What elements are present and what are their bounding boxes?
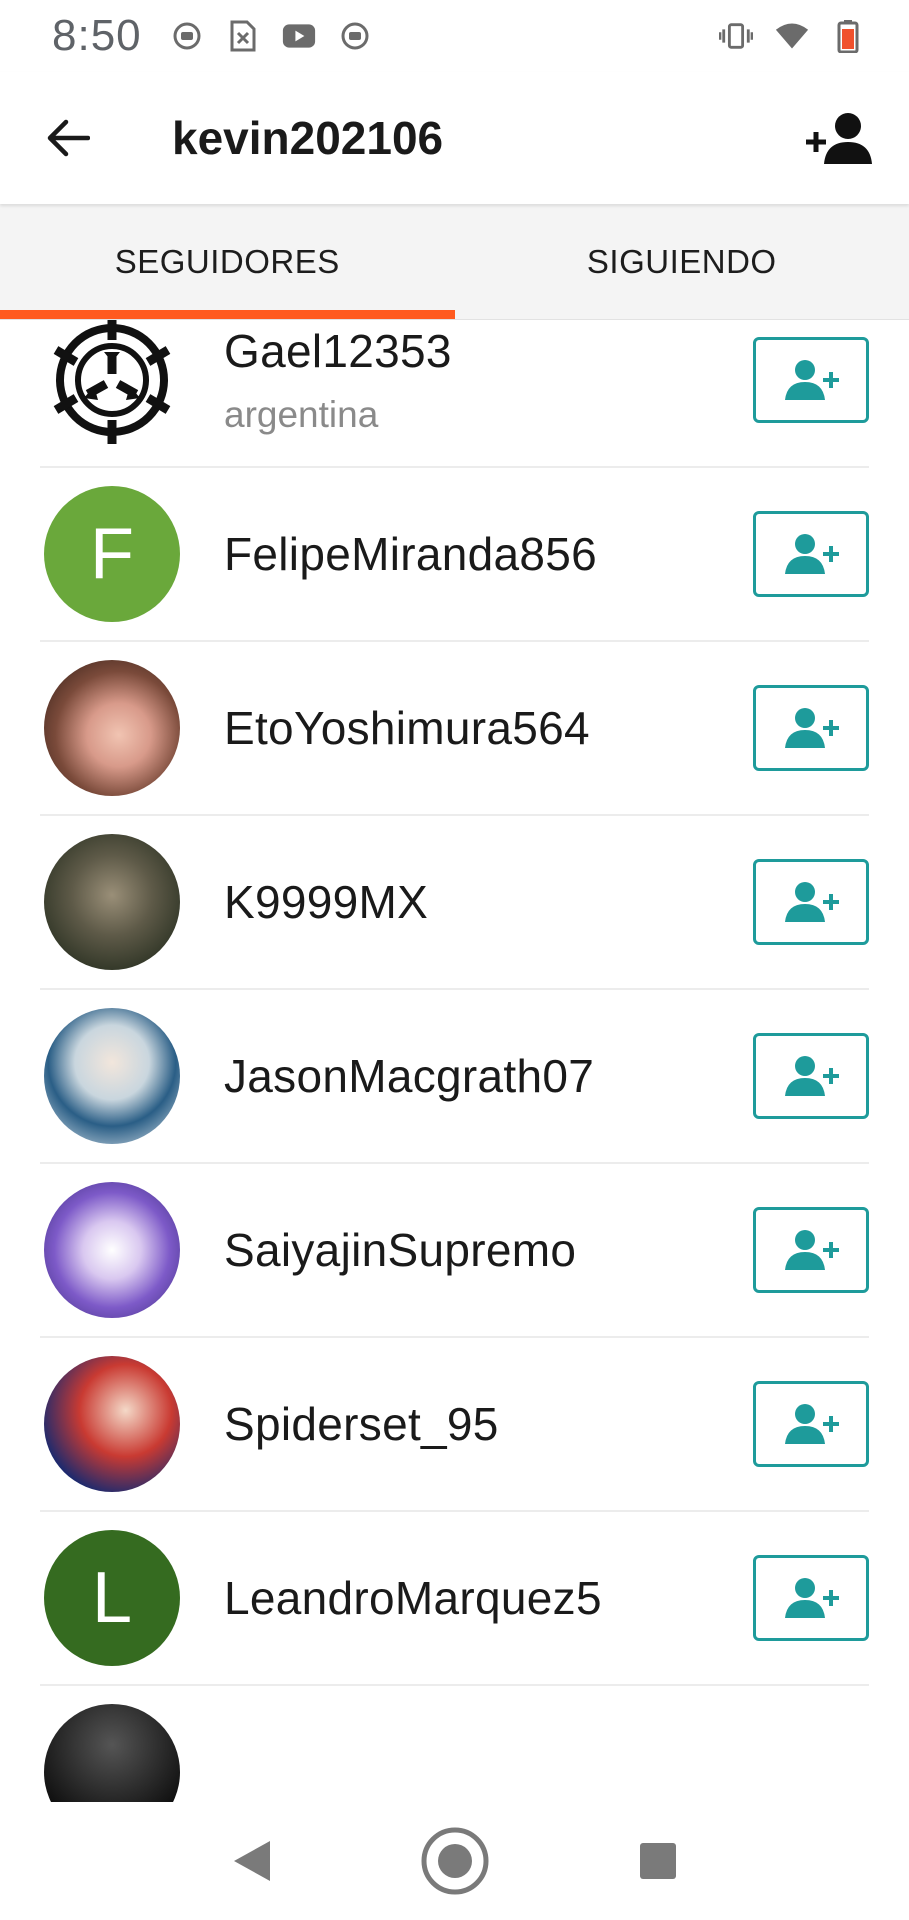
app-screen: 8:50 kevin202106 SEGUIDORES SIGUIENDO Ga… — [0, 0, 909, 1920]
tab-bar: SEGUIDORES SIGUIENDO — [0, 204, 909, 320]
avatar — [44, 834, 180, 970]
back-nav-icon — [233, 1841, 270, 1881]
home-nav-button[interactable] — [415, 1821, 495, 1901]
user-text: EtoYoshimura564 — [224, 701, 590, 755]
user-name: FelipeMiranda856 — [224, 528, 598, 580]
list-item[interactable] — [40, 1686, 869, 1802]
list-item[interactable]: SaiyajinSupremo — [40, 1164, 869, 1338]
list-item[interactable]: L LeandroMarquez5 — [40, 1512, 869, 1686]
follow-button[interactable] — [753, 337, 869, 423]
add-person-icon — [785, 1404, 839, 1444]
user-name: Spiderset_95 — [224, 1398, 499, 1450]
follow-button[interactable] — [753, 1207, 869, 1293]
user-name: EtoYoshimura564 — [224, 702, 590, 754]
user-text: SaiyajinSupremo — [224, 1223, 576, 1277]
avatar — [44, 1008, 180, 1144]
arrow-back-icon — [47, 119, 90, 157]
user-name: K9999MX — [224, 876, 429, 928]
sim-icon — [226, 19, 260, 53]
list-item[interactable]: F FelipeMiranda856 — [40, 468, 869, 642]
user-location: argentina — [224, 394, 379, 435]
tab-seguidores-label: SEGUIDORES — [114, 242, 340, 280]
add-person-button[interactable] — [797, 96, 881, 180]
avatar: F — [44, 486, 180, 622]
user-text: FelipeMiranda856 — [224, 527, 597, 581]
follow-button[interactable] — [753, 859, 869, 945]
tab-siguiendo[interactable]: SIGUIENDO — [455, 204, 909, 319]
youtube-icon — [282, 19, 316, 53]
followers-list[interactable]: Gael12353 argentina F FelipeMiranda856 E… — [0, 320, 909, 1802]
user-text: Spiderset_95 — [224, 1397, 499, 1451]
user-name: JasonMacgrath07 — [224, 1050, 595, 1102]
list-item[interactable]: Gael12353 argentina — [40, 320, 869, 468]
battery-icon — [831, 19, 865, 53]
avatar — [44, 1356, 180, 1492]
notification-icon — [338, 19, 372, 53]
user-text: K9999MX — [224, 875, 428, 929]
add-person-icon — [785, 1230, 839, 1270]
user-text: Gael12353 argentina — [224, 324, 452, 436]
recents-nav-button[interactable] — [618, 1821, 698, 1901]
user-name: SaiyajinSupremo — [224, 1224, 577, 1276]
list-item[interactable]: EtoYoshimura564 — [40, 642, 869, 816]
add-person-icon — [785, 534, 839, 574]
list-item[interactable]: K9999MX — [40, 816, 869, 990]
back-button[interactable] — [32, 102, 104, 174]
home-nav-icon — [421, 1827, 488, 1895]
back-nav-button[interactable] — [212, 1821, 292, 1901]
user-text: LeandroMarquez5 — [224, 1571, 602, 1625]
follow-button[interactable] — [753, 1033, 869, 1119]
avatar — [44, 1704, 180, 1802]
followers-list-content: Gael12353 argentina F FelipeMiranda856 E… — [0, 320, 909, 1802]
recents-nav-icon — [639, 1843, 676, 1879]
avatar — [44, 1182, 180, 1318]
user-text: JasonMacgrath07 — [224, 1049, 594, 1103]
notification-icon — [170, 19, 204, 53]
user-name: Gael12353 — [224, 325, 452, 377]
avatar: L — [44, 1530, 180, 1666]
avatar — [44, 660, 180, 796]
add-person-icon — [785, 708, 839, 748]
add-person-icon — [785, 882, 839, 922]
avatar — [44, 320, 180, 448]
list-item[interactable]: Spiderset_95 — [40, 1338, 869, 1512]
list-item[interactable]: JasonMacgrath07 — [40, 990, 869, 1164]
follow-button[interactable] — [753, 1381, 869, 1467]
follow-button[interactable] — [753, 511, 869, 597]
tab-siguiendo-label: SIGUIENDO — [586, 242, 777, 280]
vibrate-icon — [719, 19, 753, 53]
status-time: 8:50 — [52, 11, 142, 60]
status-left-icons — [170, 19, 372, 53]
follow-button[interactable] — [753, 685, 869, 771]
app-bar: kevin202106 — [0, 72, 909, 204]
wifi-icon — [775, 19, 809, 53]
follow-button[interactable] — [753, 1555, 869, 1641]
tab-seguidores[interactable]: SEGUIDORES — [0, 204, 455, 319]
add-person-icon — [806, 113, 872, 164]
scp-logo-icon — [53, 320, 171, 444]
user-name: LeandroMarquez5 — [224, 1572, 602, 1624]
add-person-icon — [785, 1056, 839, 1096]
add-person-icon — [785, 360, 839, 400]
page-title: kevin202106 — [172, 112, 444, 164]
system-nav-bar — [0, 1802, 909, 1920]
avatar-letter: L — [91, 1558, 133, 1638]
add-person-icon — [785, 1578, 839, 1618]
avatar-letter: F — [90, 514, 134, 594]
status-right-icons — [719, 19, 865, 53]
status-bar: 8:50 — [0, 0, 909, 72]
